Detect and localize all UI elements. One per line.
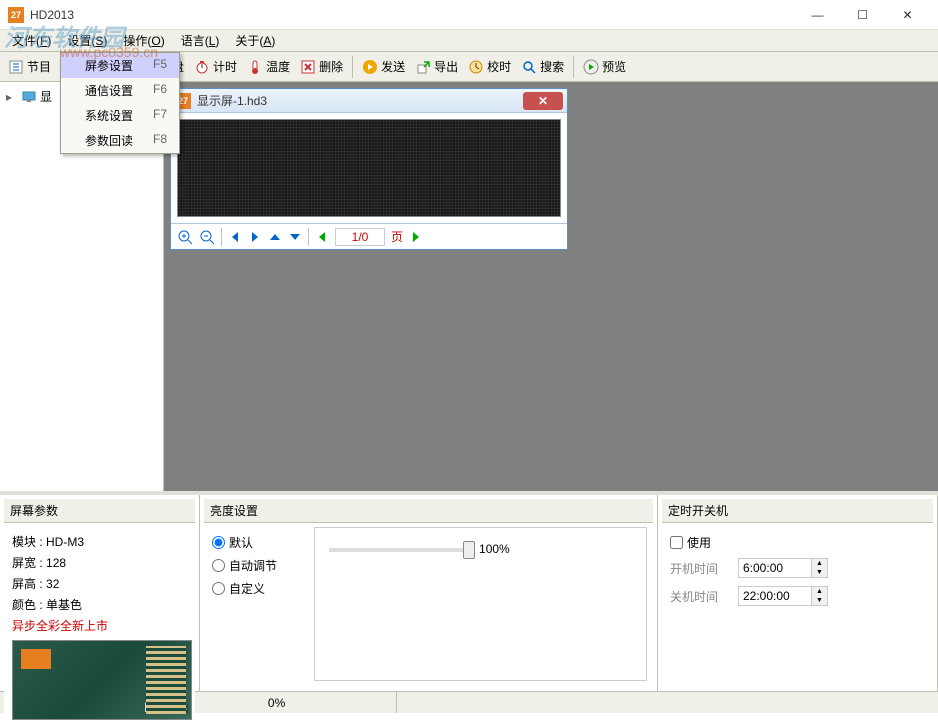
tool-timer[interactable]: 计时 xyxy=(190,56,241,77)
brightness-panel: 亮度设置 默认 自动调节 自定义 100% xyxy=(200,495,658,691)
program-icon xyxy=(8,59,24,75)
tool-program[interactable]: 节目 xyxy=(4,56,55,77)
board-model-label: HD-C3 xyxy=(144,699,187,715)
spinner-up[interactable]: ▲ xyxy=(812,587,827,596)
zoom-in-button[interactable] xyxy=(177,229,193,245)
arrow-left-button[interactable] xyxy=(228,230,242,244)
module-value: HD-M3 xyxy=(46,535,84,549)
spinner-down[interactable]: ▼ xyxy=(812,568,827,577)
tool-delete[interactable]: 删除 xyxy=(296,56,347,77)
off-time-label: 关机时间 xyxy=(670,588,730,605)
panel-title: 屏幕参数 xyxy=(4,499,195,523)
delete-icon xyxy=(300,59,316,75)
titlebar: 27 HD2013 — ☐ ✕ xyxy=(0,0,938,30)
slider-thumb-icon[interactable] xyxy=(463,541,475,559)
menu-about[interactable]: 关于(A) xyxy=(227,30,283,51)
screen-params-panel: 屏幕参数 模块 : HD-M3 屏宽 : 128 屏高 : 32 颜色 : 单基… xyxy=(0,495,200,691)
maximize-button[interactable]: ☐ xyxy=(840,1,885,29)
export-icon xyxy=(415,59,431,75)
led-display-area[interactable] xyxy=(177,119,561,217)
brightness-default-radio[interactable] xyxy=(212,536,225,549)
dropdown-param-readback[interactable]: 参数回读 F8 xyxy=(61,128,179,153)
arrow-down-button[interactable] xyxy=(288,230,302,244)
color-value: 单基色 xyxy=(46,598,82,612)
menu-file[interactable]: 文件(F) xyxy=(4,30,59,51)
menu-settings[interactable]: 设置(S) xyxy=(59,30,115,51)
height-value: 32 xyxy=(46,577,59,591)
thermometer-icon xyxy=(247,59,263,75)
menu-language[interactable]: 语言(L) xyxy=(173,30,228,51)
search-icon xyxy=(521,59,537,75)
timer-power-panel: 定时开关机 使用 开机时间 6:00:00 ▲▼ 关机时间 22:00:00 ▲… xyxy=(658,495,938,691)
status-progress: 0% xyxy=(268,696,285,710)
screen-icon xyxy=(22,90,36,104)
toolbar-separator xyxy=(352,56,353,78)
brightness-custom-radio[interactable] xyxy=(212,582,225,595)
panel-title: 亮度设置 xyxy=(204,499,653,523)
tool-search[interactable]: 搜索 xyxy=(517,56,568,77)
on-time-input[interactable]: 6:00:00 ▲▼ xyxy=(738,558,828,578)
page-suffix-label: 页 xyxy=(391,228,403,245)
close-button[interactable]: ✕ xyxy=(885,1,930,29)
menubar: 文件(F) 设置(S) 操作(O) 语言(L) 关于(A) xyxy=(0,30,938,52)
tool-export[interactable]: 导出 xyxy=(411,56,462,77)
menu-operate[interactable]: 操作(O) xyxy=(115,30,172,51)
toolbar-separator xyxy=(573,56,574,78)
board-image: HD-C3 xyxy=(12,640,192,720)
dropdown-screen-params[interactable]: 屏参设置 F5 xyxy=(61,53,179,78)
tool-temp[interactable]: 温度 xyxy=(243,56,294,77)
stopwatch-icon xyxy=(194,59,210,75)
prev-page-button[interactable] xyxy=(315,230,329,244)
promo-text: 异步全彩全新上市 xyxy=(12,615,187,636)
zoom-out-button[interactable] xyxy=(199,229,215,245)
spinner-down[interactable]: ▼ xyxy=(812,596,827,605)
brightness-auto-radio[interactable] xyxy=(212,559,225,572)
width-value: 128 xyxy=(46,556,66,570)
play-icon xyxy=(583,59,599,75)
preview-controls: 页 xyxy=(171,223,567,249)
app-title: HD2013 xyxy=(30,8,795,22)
dropdown-system-settings[interactable]: 系统设置 F7 xyxy=(61,103,179,128)
use-timer-checkbox[interactable] xyxy=(670,536,683,549)
page-input[interactable] xyxy=(335,228,385,246)
arrow-right-button[interactable] xyxy=(248,230,262,244)
canvas-area: 27 显示屏-1.hd3 ✕ 页 xyxy=(164,82,938,491)
control-separator xyxy=(221,228,222,246)
tool-synctime[interactable]: 校时 xyxy=(464,56,515,77)
settings-dropdown: 屏参设置 F5 通信设置 F6 系统设置 F7 参数回读 F8 xyxy=(60,52,180,154)
minimize-button[interactable]: — xyxy=(795,1,840,29)
brightness-percent: 100% xyxy=(479,542,510,556)
clock-sync-icon xyxy=(468,59,484,75)
tool-preview[interactable]: 预览 xyxy=(579,56,630,77)
preview-window: 27 显示屏-1.hd3 ✕ 页 xyxy=(170,88,568,250)
panel-title: 定时开关机 xyxy=(662,499,933,523)
brightness-slider[interactable] xyxy=(329,548,469,552)
dropdown-comm-settings[interactable]: 通信设置 F6 xyxy=(61,78,179,103)
app-icon: 27 xyxy=(8,7,24,23)
control-separator xyxy=(308,228,309,246)
preview-window-title: 显示屏-1.hd3 xyxy=(197,92,523,109)
spinner-up[interactable]: ▲ xyxy=(812,559,827,568)
tool-send[interactable]: 发送 xyxy=(358,56,409,77)
off-time-input[interactable]: 22:00:00 ▲▼ xyxy=(738,586,828,606)
preview-close-button[interactable]: ✕ xyxy=(523,92,563,110)
next-page-button[interactable] xyxy=(409,230,423,244)
arrow-up-button[interactable] xyxy=(268,230,282,244)
send-icon xyxy=(362,59,378,75)
tree-expand-icon[interactable]: ▸ xyxy=(6,90,18,104)
on-time-label: 开机时间 xyxy=(670,560,730,577)
preview-header[interactable]: 27 显示屏-1.hd3 ✕ xyxy=(171,89,567,113)
